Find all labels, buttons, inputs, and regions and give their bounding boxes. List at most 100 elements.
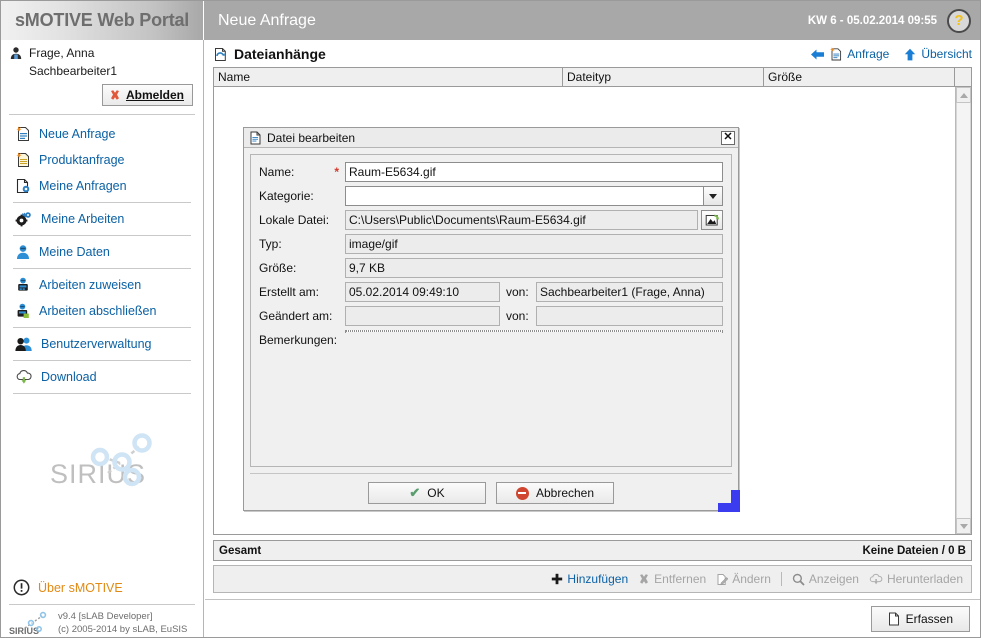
action-hinzufuegen[interactable]: Hinzufügen	[551, 572, 628, 586]
sidebar-item-arbeiten-zuweisen[interactable]: Arbeiten zuweisen	[1, 272, 203, 298]
magnifier-icon	[792, 573, 805, 586]
sidebar-item-download[interactable]: Download	[1, 364, 203, 390]
dialog-resize-handle-h[interactable]	[718, 503, 740, 512]
sidebar-divider-1	[13, 202, 191, 203]
sidebar-item-produktanfrage[interactable]: Produktanfrage	[1, 147, 203, 173]
scroll-down-button[interactable]	[956, 518, 971, 534]
logout-button[interactable]: Abmelden	[101, 84, 193, 106]
new-request-icon	[15, 126, 31, 142]
document-icon	[888, 612, 900, 626]
dialog-title-bar[interactable]: Datei bearbeiten ✕	[244, 128, 738, 148]
brand-title: sMOTIVE Web Portal	[15, 10, 190, 30]
edit-file-dialog: Datei bearbeiten ✕ Name: * Raum-E5634.gi…	[243, 127, 740, 512]
sidebar-divider-3	[13, 268, 191, 269]
cancel-icon	[515, 486, 529, 500]
lokale-datei-label: Lokale Datei:	[259, 213, 330, 227]
groesse-value: 9,7 KB	[345, 258, 723, 278]
erfassen-label: Erfassen	[905, 611, 953, 626]
dialog-body: Name: * Raum-E5634.gif Kategorie: Lokale…	[244, 148, 738, 510]
dialog-title-label: Datei bearbeiten	[267, 130, 356, 145]
typ-label: Typ:	[259, 237, 282, 251]
sidebar-item-label: Arbeiten abschließen	[39, 304, 157, 318]
sidebar-item-label: Benutzerverwaltung	[41, 337, 152, 351]
totals-row: Gesamt Keine Dateien / 0 B	[213, 540, 972, 561]
geaendert-value	[345, 306, 500, 326]
sidebar-divider-2	[13, 235, 191, 236]
geaendert-label: Geändert am:	[259, 309, 333, 323]
version-line-2: (c) 2005-2014 by sLAB, EuSIS	[58, 624, 188, 635]
action-label: Ändern	[732, 572, 771, 586]
bemerkungen-textarea[interactable]	[345, 330, 723, 332]
table-vertical-scrollbar[interactable]	[955, 87, 971, 534]
erfassen-button[interactable]: Erfassen	[870, 605, 970, 632]
column-header-name[interactable]: Name	[214, 68, 563, 86]
sidebar-item-label: Neue Anfrage	[39, 127, 116, 141]
field-row-geaendert: Geändert am: von:	[259, 306, 723, 326]
header-right-group: KW 6 - 05.02.2014 09:55 ?	[808, 8, 974, 33]
chevron-down-icon[interactable]	[703, 186, 723, 206]
sidebar-item-meine-daten[interactable]: Meine Daten	[1, 239, 203, 265]
link-anfrage[interactable]: Anfrage	[810, 47, 889, 61]
ok-button[interactable]: ✔ OK	[368, 482, 486, 504]
field-row-kategorie: Kategorie:	[259, 186, 723, 206]
cancel-button[interactable]: Abbrechen	[496, 482, 614, 504]
action-anzeigen[interactable]: Anzeigen	[792, 572, 859, 586]
action-entfernen[interactable]: Entfernen	[638, 572, 706, 586]
info-circle-icon	[13, 579, 30, 596]
browse-folder-icon[interactable]	[701, 210, 723, 230]
totals-label: Gesamt	[219, 544, 262, 557]
sidebar-item-label: Produktanfrage	[39, 153, 125, 167]
complete-work-icon	[15, 303, 31, 319]
field-row-bemerkungen: Bemerkungen:	[259, 330, 723, 458]
sidebar-item-benutzerverwaltung[interactable]: Benutzerverwaltung	[1, 331, 203, 357]
section-title-label: Dateianhänge	[234, 46, 326, 62]
lokale-datei-input[interactable]: C:\Users\Public\Documents\Raum-E5634.gif	[345, 210, 698, 230]
action-toolbar: Hinzufügen Entfernen Ändern Anzeigen Her…	[213, 565, 972, 593]
sidebar-divider-4	[13, 327, 191, 328]
version-lines: v9.4 [sLAB Developer] (c) 2005-2014 by s…	[58, 611, 187, 637]
download-icon	[869, 573, 883, 586]
sidebar-item-arbeiten-abschliessen[interactable]: Arbeiten abschließen	[1, 298, 203, 324]
dialog-button-row: ✔ OK Abbrechen	[250, 473, 732, 504]
column-header-dateityp[interactable]: Dateityp	[563, 68, 764, 86]
field-row-lokale-datei: Lokale Datei: C:\Users\Public\Documents\…	[259, 210, 723, 230]
version-block: SIRIUS v9.4 [sLAB Developer] (c) 2005-20…	[1, 605, 203, 637]
attachments-icon	[213, 47, 228, 62]
scroll-track[interactable]	[956, 103, 971, 518]
field-row-groesse: Größe: 9,7 KB	[259, 258, 723, 278]
link-label: Anfrage	[847, 47, 890, 61]
users-icon	[15, 336, 33, 352]
logout-label: Abmelden	[125, 88, 184, 102]
about-smotive-link[interactable]: Über sMOTIVE	[1, 573, 203, 604]
name-required-marker: *	[334, 165, 339, 179]
scroll-up-button[interactable]	[956, 87, 971, 103]
action-herunterladen[interactable]: Herunterladen	[869, 572, 963, 586]
sidebar-item-neue-anfrage[interactable]: Neue Anfrage	[1, 121, 203, 147]
field-row-typ: Typ: image/gif	[259, 234, 723, 254]
edit-pencil-icon	[716, 573, 729, 586]
action-aendern[interactable]: Ändern	[716, 572, 771, 586]
erstellt-von-value: Sachbearbeiter1 (Frage, Anna)	[536, 282, 723, 302]
action-label: Hinzufügen	[567, 572, 629, 586]
main-footer: Erfassen	[205, 599, 980, 637]
action-label: Entfernen	[654, 572, 707, 586]
sirius-logo-icon: SIRIUS	[50, 433, 152, 489]
kategorie-select[interactable]	[345, 186, 723, 206]
my-requests-icon	[15, 178, 31, 194]
assign-work-icon	[15, 277, 31, 293]
svg-text:SIRIUS: SIRIUS	[9, 626, 39, 636]
help-circle-icon[interactable]: ?	[947, 8, 971, 33]
column-header-groesse[interactable]: Größe	[764, 68, 954, 86]
link-uebersicht[interactable]: Übersicht	[903, 47, 972, 61]
sidebar-item-meine-arbeiten[interactable]: Meine Arbeiten	[1, 206, 203, 232]
sidebar-item-label: Meine Arbeiten	[41, 212, 125, 226]
kategorie-value[interactable]	[345, 186, 703, 206]
sirius-watermark: SIRIUS	[1, 397, 203, 573]
sidebar-divider-6	[13, 393, 191, 394]
typ-label-wrap: Typ:	[259, 234, 345, 251]
top-header-bar: sMOTIVE Web Portal Neue Anfrage KW 6 - 0…	[1, 1, 980, 40]
groesse-label: Größe:	[259, 261, 297, 275]
sidebar-item-meine-anfragen[interactable]: Meine Anfragen	[1, 173, 203, 199]
name-input[interactable]: Raum-E5634.gif	[345, 162, 723, 182]
close-icon[interactable]: ✕	[721, 130, 735, 145]
